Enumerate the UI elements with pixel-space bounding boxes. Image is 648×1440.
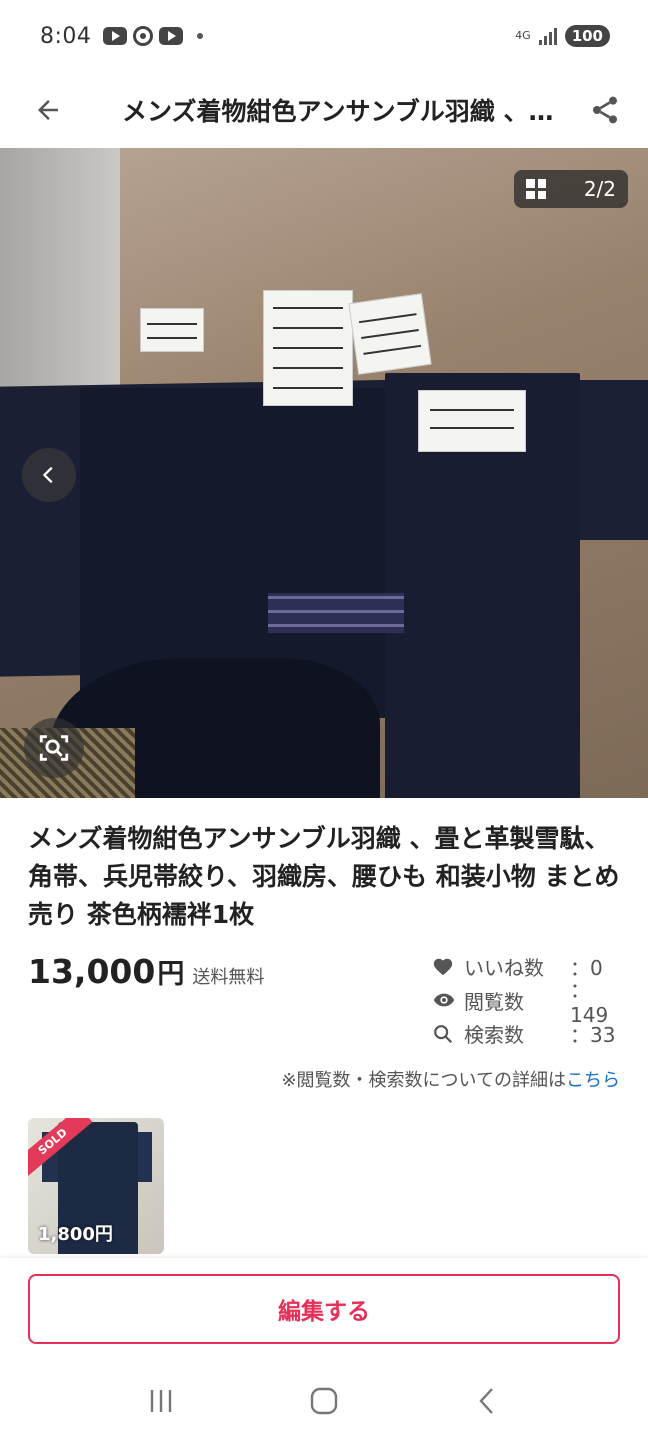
views-stat: 閲覧数 ：149 (432, 978, 628, 1027)
related-item-card[interactable]: SOLD 1,800円 (28, 1118, 164, 1254)
battery-level: 100 (564, 25, 610, 47)
product-title: メンズ着物紺色アンサンブル羽織 、畳と革製雪駄、角帯、兵児帯絞り、羽織房、腰ひも… (28, 824, 620, 929)
share-button[interactable] (562, 72, 648, 148)
image-search-button[interactable] (24, 718, 84, 778)
product-photo[interactable]: 2/2 (0, 148, 648, 798)
youtube-icon (159, 27, 184, 45)
back-nav-button[interactable] (457, 1371, 517, 1431)
page-title: メンズ着物紺色アンサンブル羽織 、畳と革製雪駄、角帯、兵児帯絞り、羽織房、腰ひも… (122, 97, 562, 126)
related-item-price: 1,800円 (38, 1224, 113, 1245)
network-type: 4G (515, 29, 531, 42)
lens-search-icon (39, 735, 69, 761)
system-nav-bar (0, 1362, 648, 1440)
stats-note-text: ※閲覧数・検索数についての詳細は (281, 1070, 566, 1091)
price-unit: 円 (157, 959, 185, 990)
previous-photo-button[interactable] (22, 448, 76, 502)
chevron-left-icon (479, 1388, 493, 1414)
searches-stat: 検索数 ：33 (432, 1017, 628, 1051)
chevron-left-icon (42, 466, 53, 484)
heart-icon (432, 956, 458, 978)
status-bar: 8:04 4G 100 (0, 0, 648, 72)
recent-apps-button[interactable] (131, 1371, 191, 1431)
share-icon (593, 96, 617, 124)
home-button[interactable] (294, 1371, 354, 1431)
price: 13,000 (28, 952, 156, 991)
chrome-icon (133, 26, 154, 46)
edit-button[interactable]: 編集する (28, 1274, 620, 1344)
stats-note: ※閲覧数・検索数についての詳細はこちら (281, 1066, 620, 1092)
photo-counter-text: 2/2 (583, 177, 616, 201)
system-icons: 4G 100 (515, 25, 610, 47)
back-button[interactable] (0, 72, 96, 148)
shipping-label: 送料無料 (192, 967, 265, 988)
photo-counter[interactable]: 2/2 (514, 170, 628, 208)
recent-apps-icon (151, 1390, 172, 1412)
eye-icon (432, 989, 458, 1011)
notification-icons (103, 26, 204, 46)
signal-icon (538, 27, 557, 45)
home-icon (310, 1387, 338, 1415)
app-bar: メンズ着物紺色アンサンブル羽織 、畳と革製雪駄、角帯、兵児帯絞り、羽織房、腰ひも… (0, 72, 648, 148)
status-time: 8:04 (40, 23, 92, 49)
price-row: 13,000 円 送料無料 (28, 952, 264, 991)
grid-icon (526, 179, 546, 199)
arrow-left-icon (38, 100, 58, 120)
youtube-icon (103, 27, 128, 45)
search-icon (432, 1023, 458, 1045)
more-notifications-icon (197, 33, 204, 39)
details-link[interactable]: こちら (566, 1070, 620, 1091)
item-stats: いいね数 ：0 閲覧数 ：149 検索数 ：33 (432, 950, 628, 1051)
